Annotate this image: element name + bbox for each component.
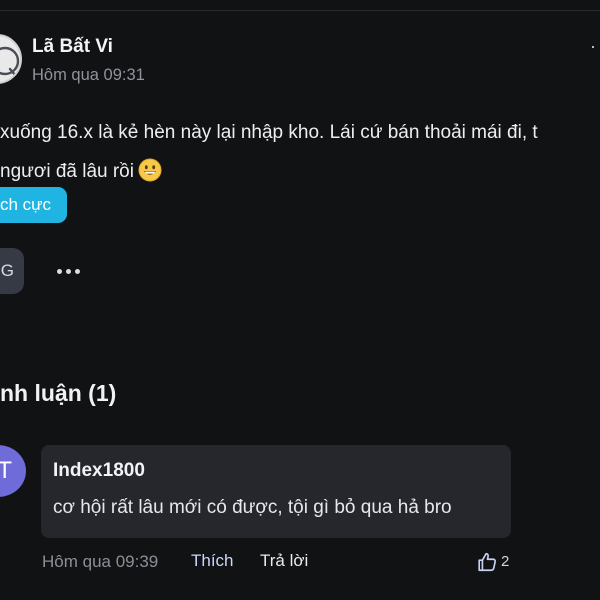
grinning-face-icon: [138, 158, 162, 182]
reply-comment-button[interactable]: Trả lời: [260, 551, 308, 571]
reaction-button[interactable]: G: [0, 248, 24, 294]
top-divider: [0, 10, 600, 11]
post-author-name[interactable]: Lã Bất Vi: [32, 36, 113, 58]
post-body-line-1: xuống 16.x là kẻ hèn này lại nhập kho. L…: [0, 122, 538, 143]
post-body-line-2: ngươi đã lâu rồi: [0, 158, 162, 183]
like-comment-button[interactable]: Thích: [191, 551, 234, 571]
post-timestamp: Hôm qua 09:31: [32, 66, 145, 84]
comment-author-name[interactable]: Index1800: [53, 460, 145, 482]
comment-timestamp: Hôm qua 09:39: [42, 552, 159, 571]
comment-bubble: Index1800 cơ hội rất lâu mới có được, tộ…: [41, 445, 511, 538]
sentiment-tag[interactable]: ch cực: [0, 187, 68, 223]
thumbs-up-icon[interactable]: [476, 551, 498, 573]
post-more-options-icon[interactable]: [57, 268, 83, 276]
comments-heading: nh luận (1): [0, 380, 117, 406]
comment-avatar[interactable]: T: [0, 445, 26, 497]
author-avatar[interactable]: [0, 34, 22, 84]
more-horizontal-icon[interactable]: ·: [590, 36, 597, 57]
post-detail-screen: Lã Bất Vi Hôm qua 09:31 · xuống 16.x là …: [0, 0, 600, 600]
comment-text: cơ hội rất lâu mới có được, tội gì bỏ qu…: [53, 497, 452, 518]
comment-like-count: 2: [501, 553, 510, 570]
post-body-line-2-text: ngươi đã lâu rồi: [0, 161, 134, 182]
